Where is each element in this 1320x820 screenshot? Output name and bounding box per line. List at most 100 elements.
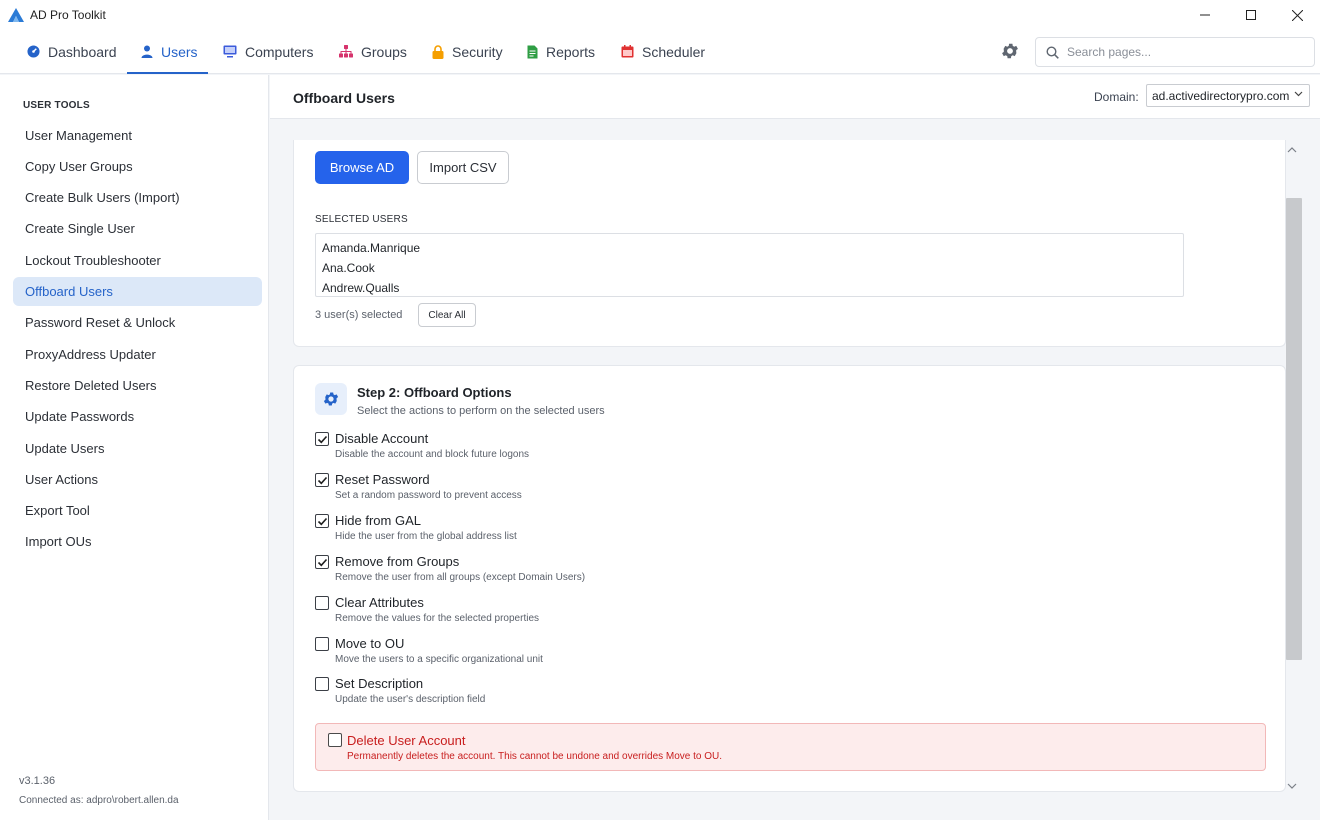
calendar-icon	[621, 45, 634, 58]
import-csv-button[interactable]: Import CSV	[417, 151, 509, 184]
tab-computers[interactable]: Computers	[209, 30, 327, 73]
title-bar: AD Pro Toolkit	[0, 0, 1320, 30]
sidebar-item-user-actions[interactable]: User Actions	[13, 465, 262, 494]
move-to-ou-checkbox[interactable]	[315, 637, 329, 651]
sidebar-item-label: Import OUs	[25, 534, 92, 549]
browse-ad-button[interactable]: Browse AD	[315, 151, 409, 184]
selected-users-label: SELECTED USERS	[315, 214, 408, 225]
sidebar-item-update-passwords[interactable]: Update Passwords	[13, 402, 262, 431]
main-content: Browse AD Import CSV SELECTED USERS Aman…	[270, 120, 1320, 820]
tab-reports[interactable]: Reports	[513, 30, 609, 73]
scroll-up-icon[interactable]	[1287, 146, 1297, 154]
sidebar-item-label: Export Tool	[25, 503, 90, 518]
sidebar-item-label: Update Passwords	[25, 409, 135, 424]
tab-groups[interactable]: Groups	[325, 30, 421, 73]
search-icon	[1046, 45, 1059, 59]
maximize-button[interactable]	[1228, 0, 1274, 30]
step-subtitle: Select the actions to perform on the sel…	[357, 405, 605, 417]
page-header: Offboard Users Domain: ad.activedirector…	[270, 75, 1320, 119]
sidebar-item-lockout-troubleshooter[interactable]: Lockout Troubleshooter	[13, 246, 262, 275]
search-input[interactable]	[1067, 45, 1297, 59]
sidebar-item-proxyaddress-updater[interactable]: ProxyAddress Updater	[13, 340, 262, 369]
sidebar-item-user-management[interactable]: User Management	[13, 121, 262, 150]
window-controls	[1182, 0, 1320, 30]
close-button[interactable]	[1274, 0, 1320, 30]
option-description: Hide the user from the global address li…	[335, 531, 517, 542]
sidebar-item-password-reset[interactable]: Password Reset & Unlock	[13, 308, 262, 337]
sidebar-item-import-ous[interactable]: Import OUs	[13, 527, 262, 556]
sidebar-item-label: Offboard Users	[25, 284, 113, 299]
sidebar-item-copy-user-groups[interactable]: Copy User Groups	[13, 152, 262, 181]
sidebar-item-restore-deleted-users[interactable]: Restore Deleted Users	[13, 371, 262, 400]
option-title: Clear Attributes	[335, 595, 424, 610]
delete-account-checkbox[interactable]	[328, 733, 342, 747]
option-title: Hide from GAL	[335, 513, 421, 528]
minimize-button[interactable]	[1182, 0, 1228, 30]
delete-account-warning: Delete User Account Permanently deletes …	[315, 723, 1266, 771]
option-description: Update the user's description field	[335, 694, 486, 705]
search-box[interactable]	[1035, 37, 1315, 67]
sidebar-item-label: Copy User Groups	[25, 159, 133, 174]
sidebar-item-label: Password Reset & Unlock	[25, 315, 176, 330]
tab-users[interactable]: Users	[127, 30, 208, 74]
check-icon	[317, 517, 327, 525]
tab-security[interactable]: Security	[418, 30, 517, 73]
window-title: AD Pro Toolkit	[30, 8, 106, 22]
tab-label: Users	[161, 43, 198, 60]
tab-label: Dashboard	[48, 43, 117, 60]
check-icon	[317, 476, 327, 484]
report-icon	[527, 45, 538, 58]
list-item[interactable]: Amanda.Manrique	[316, 238, 1183, 258]
option-title: Set Description	[335, 676, 424, 691]
tab-scheduler[interactable]: Scheduler	[607, 30, 719, 73]
sidebar-item-label: ProxyAddress Updater	[25, 347, 156, 362]
option-title: Move to OU	[335, 636, 405, 651]
minimize-icon	[1200, 14, 1210, 16]
option-title: Disable Account	[335, 431, 429, 446]
option-description: Remove the values for the selected prope…	[335, 613, 539, 624]
disable-account-checkbox[interactable]	[315, 432, 329, 446]
selected-users-list[interactable]: Amanda.Manrique Ana.Cook Andrew.Qualls	[315, 233, 1184, 297]
list-item[interactable]: Andrew.Qualls	[316, 278, 1183, 298]
sidebar-item-label: User Actions	[25, 472, 98, 487]
sidebar-item-create-bulk-users[interactable]: Create Bulk Users (Import)	[13, 183, 262, 212]
gear-icon	[323, 392, 339, 406]
option-title: Reset Password	[335, 472, 430, 487]
clear-all-button[interactable]: Clear All	[418, 303, 476, 327]
sidebar-item-export-tool[interactable]: Export Tool	[13, 496, 262, 525]
selected-count: 3 user(s) selected	[315, 309, 403, 321]
tab-dashboard[interactable]: Dashboard	[13, 30, 131, 73]
monitor-icon	[223, 45, 237, 58]
scroll-down-icon[interactable]	[1287, 782, 1297, 790]
sidebar-item-create-single-user[interactable]: Create Single User	[13, 214, 262, 243]
sidebar-item-label: Lockout Troubleshooter	[25, 253, 161, 268]
domain-label: Domain:	[1094, 90, 1139, 104]
list-item[interactable]: Ana.Cook	[316, 258, 1183, 278]
domain-select[interactable]: ad.activedirectorypro.com	[1146, 84, 1310, 107]
maximize-icon	[1246, 10, 1256, 20]
sidebar-item-update-users[interactable]: Update Users	[13, 434, 262, 463]
offboard-options-card: Step 2: Offboard Options Select the acti…	[293, 365, 1286, 792]
close-icon	[1291, 9, 1303, 21]
gear-icon	[1002, 43, 1018, 59]
remove-from-groups-checkbox[interactable]	[315, 555, 329, 569]
clear-attributes-checkbox[interactable]	[315, 596, 329, 610]
sidebar-item-label: Create Bulk Users (Import)	[25, 190, 180, 205]
set-description-checkbox[interactable]	[315, 677, 329, 691]
sidebar: USER TOOLS User Management Copy User Gro…	[0, 75, 269, 820]
dashboard-icon	[27, 45, 40, 58]
connected-as-text: Connected as: adpro\robert.allen.da	[19, 795, 179, 806]
settings-button[interactable]	[1000, 41, 1020, 61]
tab-label: Security	[452, 43, 503, 60]
option-description: Remove the user from all groups (except …	[335, 572, 586, 583]
top-nav: Dashboard Users Computers Groups Securit…	[0, 30, 1320, 74]
hide-from-gal-checkbox[interactable]	[315, 514, 329, 528]
reset-password-checkbox[interactable]	[315, 473, 329, 487]
sidebar-item-offboard-users[interactable]: Offboard Users	[13, 277, 262, 306]
tab-label: Scheduler	[642, 43, 706, 60]
user-selection-card: Browse AD Import CSV SELECTED USERS Aman…	[293, 140, 1286, 347]
scrollbar-thumb[interactable]	[1286, 198, 1302, 660]
chevron-down-icon	[1294, 91, 1303, 97]
option-description: Disable the account and block future log…	[335, 449, 530, 460]
page-title: Offboard Users	[293, 90, 395, 106]
